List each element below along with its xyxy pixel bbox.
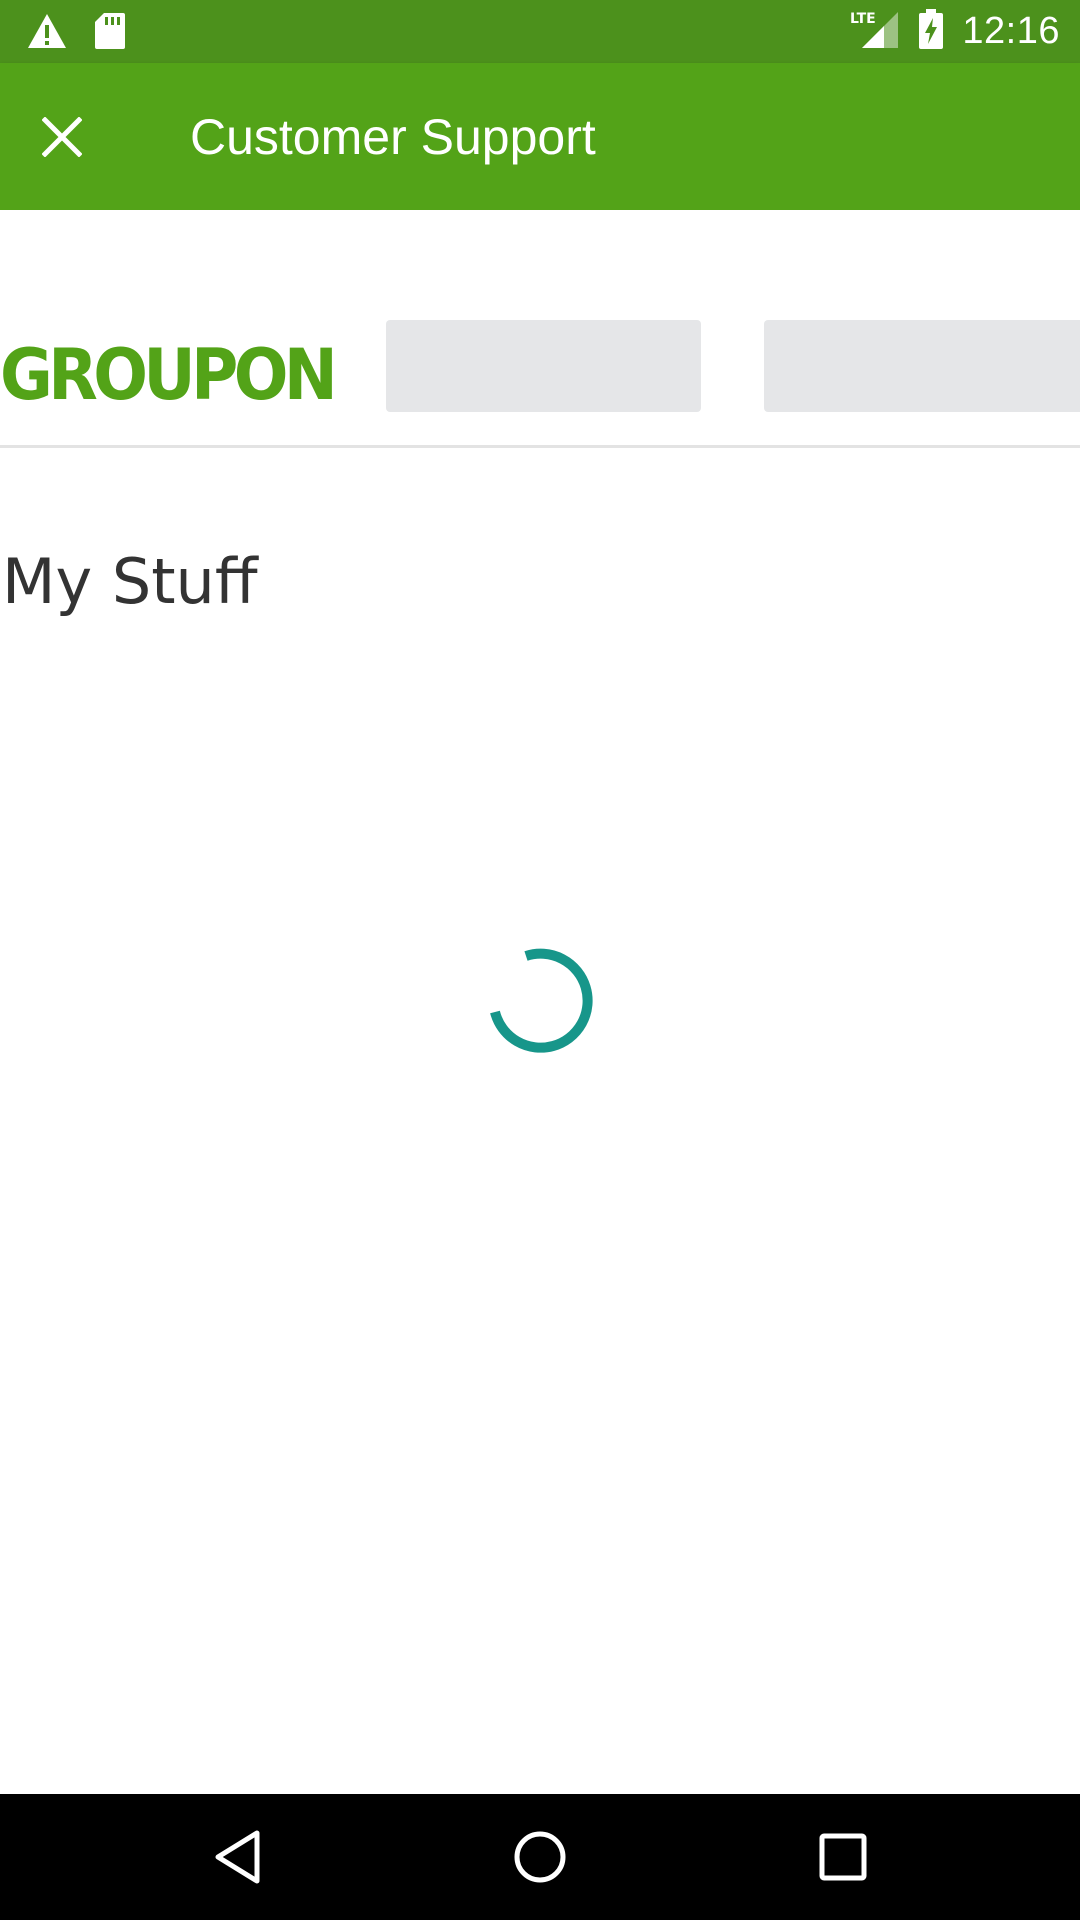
- back-icon: [215, 1830, 260, 1884]
- app-bar-title: Customer Support: [190, 109, 596, 165]
- battery-charging-icon: [918, 8, 944, 55]
- screen: LTE 12:16 Customer Support GROUPON My St…: [0, 0, 1080, 1920]
- status-left-icons: [26, 12, 126, 55]
- site-header: GROUPON: [0, 210, 1080, 448]
- status-bar: LTE 12:16: [0, 0, 1080, 63]
- status-right-icons: LTE 12:16: [850, 6, 1060, 56]
- close-icon: [42, 117, 82, 157]
- warning-icon: [26, 12, 68, 55]
- app-bar: Customer Support: [0, 63, 1080, 210]
- close-button[interactable]: [22, 97, 102, 177]
- status-time: 12:16: [962, 9, 1060, 52]
- recents-button[interactable]: [808, 1822, 878, 1892]
- home-button[interactable]: [505, 1822, 575, 1892]
- nav-bar: [0, 1794, 1080, 1920]
- nav-placeholder-2: [764, 320, 1080, 412]
- recents-icon: [819, 1833, 867, 1881]
- home-icon: [514, 1831, 566, 1883]
- page-title: My Stuff: [2, 545, 258, 618]
- loading-spinner: [487, 948, 593, 1054]
- lte-label: LTE: [850, 11, 876, 27]
- lte-signal-icon: LTE: [850, 8, 900, 55]
- groupon-logo[interactable]: GROUPON: [0, 335, 338, 415]
- spinner-icon: [490, 948, 593, 1053]
- sd-card-icon: [94, 12, 126, 55]
- back-button[interactable]: [203, 1822, 273, 1892]
- nav-placeholder-1: [386, 320, 701, 412]
